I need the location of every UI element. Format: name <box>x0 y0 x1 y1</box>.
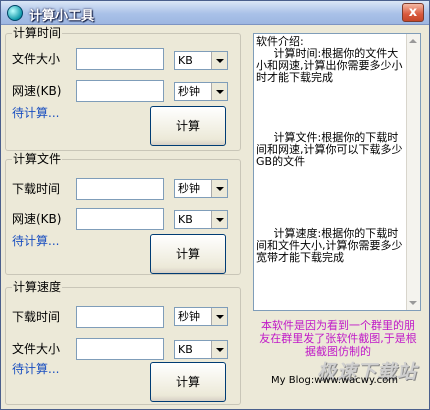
info-textarea[interactable]: 软件介绍: 计算时间:根据你的文件大小和网速,计算出你需要多少小时才能下载完成 … <box>253 33 421 311</box>
field-label: 网速(KB) <box>12 212 62 226</box>
calculate-button[interactable]: 计算 <box>150 234 226 274</box>
unit-select[interactable]: 秒钟 <box>174 307 228 326</box>
group-calc-speed: 计算速度 下载时间 秒钟 文件大小 KB 待计算... 计算 <box>5 280 241 405</box>
download-time-input[interactable] <box>76 306 164 328</box>
status-text: 待计算... <box>12 362 60 376</box>
calculate-button[interactable]: 计算 <box>150 362 226 402</box>
download-time-input[interactable] <box>76 178 164 200</box>
chevron-down-icon[interactable] <box>211 308 227 325</box>
status-text: 待计算... <box>12 234 60 248</box>
unit-select-value: KB <box>178 54 193 67</box>
note-text: 本软件是因为看到一个群里的朋友在群里发了张软件截图,于是根据截图仿制的 <box>259 319 417 358</box>
chevron-down-icon[interactable] <box>211 211 227 228</box>
close-button[interactable]: x <box>402 3 424 22</box>
speed-input[interactable] <box>76 208 164 230</box>
status-text: 待计算... <box>12 106 60 120</box>
unit-select[interactable]: KB <box>174 210 228 229</box>
app-icon <box>7 5 23 21</box>
chevron-down-icon[interactable] <box>211 180 227 197</box>
title-bar[interactable]: 计算小工具 x <box>1 1 429 25</box>
info-text: 软件介绍: 计算时间:根据你的文件大小和网速,计算出你需要多少小时才能下载完成 … <box>256 35 403 264</box>
unit-select-value: 秒钟 <box>178 310 200 323</box>
chevron-down-icon[interactable] <box>211 341 227 358</box>
window-title: 计算小工具 <box>29 9 95 24</box>
group-title: 计算时间 <box>12 26 63 40</box>
unit-select[interactable]: KB <box>174 340 228 359</box>
speed-input[interactable] <box>76 80 164 102</box>
field-label: 网速(KB) <box>12 84 62 98</box>
app-window: 计算小工具 x 计算时间 文件大小 KB 网速(KB) 秒钟 待计算... 计算… <box>0 0 430 410</box>
unit-select[interactable]: KB <box>174 51 228 70</box>
chevron-down-icon[interactable] <box>211 52 227 69</box>
file-size-input[interactable] <box>76 338 164 360</box>
field-label: 下载时间 <box>12 182 61 196</box>
field-label: 下载时间 <box>12 310 61 324</box>
group-title: 计算速度 <box>12 280 63 294</box>
group-title: 计算文件 <box>12 152 63 166</box>
blog-link[interactable]: My Blog:www.wacwy.com <box>271 375 398 387</box>
group-calc-time: 计算时间 文件大小 KB 网速(KB) 秒钟 待计算... 计算 <box>5 26 241 151</box>
file-size-input[interactable] <box>76 48 164 70</box>
unit-select-value: KB <box>178 213 193 226</box>
chevron-down-icon[interactable] <box>211 83 227 100</box>
field-label: 文件大小 <box>12 52 61 66</box>
unit-select-value: 秒钟 <box>178 85 200 98</box>
unit-select-value: 秒钟 <box>178 182 200 195</box>
calculate-button[interactable]: 计算 <box>150 106 226 146</box>
vertical-scrollbar[interactable] <box>406 34 420 310</box>
scroll-up-icon[interactable] <box>409 39 417 43</box>
unit-select[interactable]: 秒钟 <box>174 82 228 101</box>
unit-select-value: KB <box>178 343 193 356</box>
group-calc-file: 计算文件 下载时间 秒钟 网速(KB) KB 待计算... 计算 <box>5 152 241 275</box>
field-label: 文件大小 <box>12 342 61 356</box>
scroll-down-icon[interactable] <box>409 301 417 305</box>
unit-select[interactable]: 秒钟 <box>174 179 228 198</box>
